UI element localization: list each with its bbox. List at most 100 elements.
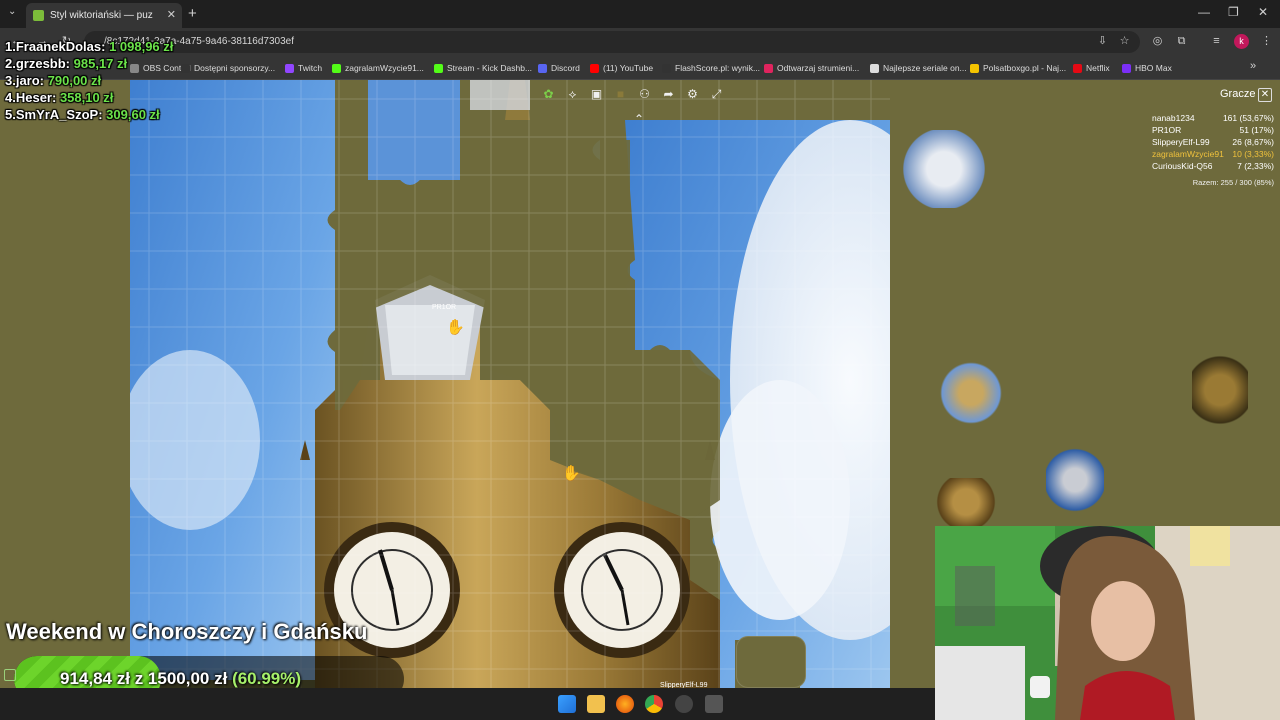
taskbar (0, 688, 935, 720)
screen: ⌄ Styl wiktoriański — puz ✕ + — ❐ ✕ ← → … (0, 0, 1280, 720)
donor-entry: 2.grzesbb: 985,17 zł (5, 55, 173, 72)
donor-amount: 790,00 zł (47, 73, 102, 88)
goal-percent: (60.99%) (232, 669, 302, 688)
player-score: 10 (3,33%) (1232, 149, 1274, 159)
loose-piece[interactable] (938, 358, 1004, 428)
bookmark-label: Stream - Kick Dashb... (447, 63, 533, 73)
menu-icon[interactable]: ⋮ (1260, 35, 1273, 48)
bookmark-item[interactable]: Polsatboxgo.pl - Naj... (970, 61, 1066, 75)
bookmark-item[interactable]: Netflix (1073, 61, 1110, 75)
loose-piece[interactable] (1192, 348, 1248, 432)
extension-icon[interactable]: ◎ (1151, 35, 1164, 48)
donor-amount: 309,60 zł (106, 107, 160, 122)
donor-name: 3.jaro: (5, 73, 45, 88)
puzzle-board[interactable] (130, 80, 890, 688)
bookmark-item[interactable]: (11) YouTube (590, 61, 653, 75)
bookmarks-bar: OBS Control Dostępni sponsorzy... Twitch za… (0, 56, 1280, 80)
minimize-icon[interactable]: — (1198, 5, 1210, 19)
url-field[interactable]: /8c172d41-2a7a-4a75-9a46-38116d7303ef (84, 31, 1140, 53)
bookmark-item[interactable]: HBO Max (1122, 61, 1172, 75)
goal-target: 1500,00 zł (147, 669, 228, 688)
windows-start-icon[interactable] (558, 695, 576, 713)
donor-name: 1.FraanekDolas: (5, 39, 106, 54)
player-name: PR1OR (1152, 125, 1182, 135)
close-window-icon[interactable]: ✕ (1258, 5, 1268, 19)
bookmark-item[interactable]: Stream - Kick Dashb... (434, 61, 532, 75)
tab-title: Styl wiktoriański — puz (50, 10, 153, 21)
bookmark-item[interactable]: zagralamWzycie91... (332, 61, 424, 75)
collapse-toolbar-icon[interactable]: ⌃ (634, 112, 644, 126)
bookmark-item[interactable]: Discord (538, 61, 580, 75)
donor-amount: 1 098,96 zł (109, 39, 174, 54)
loose-piece[interactable] (930, 478, 1002, 526)
bookmark-item[interactable]: Dostępni sponsorzy... (181, 61, 275, 75)
bookmark-item[interactable]: Najlepsze seriale on... (870, 61, 967, 75)
donor-name: 2.grzesbb: (5, 56, 71, 71)
loose-piece[interactable] (736, 636, 806, 688)
close-players-panel-icon[interactable]: ✕ (1258, 88, 1272, 102)
bookmark-favicon-icon (285, 64, 294, 73)
new-tab-icon[interactable]: + (188, 5, 197, 22)
player-row: nanab1234 161 (53,67%) (1152, 113, 1274, 125)
tab-close-icon[interactable]: ✕ (167, 3, 176, 28)
profile-avatar[interactable]: k (1234, 34, 1249, 49)
bookmark-label: Polsatboxgo.pl - Naj... (983, 63, 1067, 73)
players-icon[interactable]: ⚇ (634, 84, 655, 105)
puzzle-icon[interactable]: ✿ (538, 84, 559, 105)
webcam-image (935, 526, 1280, 720)
donor-name: 5.SmYrA_SzoP: (5, 107, 103, 122)
bookmark-star-icon[interactable]: ☆ (1118, 35, 1131, 48)
bookmark-favicon-icon (590, 64, 599, 73)
donor-amount: 358,10 zł (59, 90, 114, 105)
player-score: 161 (53,67%) (1222, 113, 1274, 123)
obs-icon[interactable] (675, 695, 693, 713)
file-explorer-icon[interactable] (587, 695, 605, 713)
donor-leaderboard: 1.FraanekDolas: 1 098,96 zł 2.grzesbb: 98… (5, 38, 173, 123)
bookmark-favicon-icon (538, 64, 547, 73)
background-color-icon[interactable]: ■ (610, 84, 631, 105)
goal-current: 914,84 zł (60, 669, 130, 688)
share-icon[interactable]: ➦ (658, 84, 679, 105)
bookmark-label: Dostępni sponsorzy... (194, 63, 276, 73)
expand-icon[interactable]: ⤢ (706, 84, 727, 105)
bookmark-favicon-icon (1073, 64, 1082, 73)
donor-entry: 5.SmYrA_SzoP: 309,60 zł (5, 106, 173, 123)
donor-entry: 3.jaro: 790,00 zł (5, 72, 173, 89)
image-preview-icon[interactable]: ▣ (586, 84, 607, 105)
player-row: PR1OR 51 (17%) (1152, 125, 1274, 137)
bookmark-item[interactable]: Odtwarzaj strumieni... (764, 61, 859, 75)
app-icon[interactable] (705, 695, 723, 713)
puzzle-image (130, 80, 890, 688)
browser-tab-bar: ⌄ Styl wiktoriański — puz ✕ + — ❐ ✕ (0, 0, 1280, 28)
chrome-icon[interactable] (645, 695, 663, 713)
bookmark-favicon-icon (181, 64, 190, 73)
player-score: 51 (17%) (1239, 125, 1275, 135)
bookmark-item[interactable]: Twitch (285, 61, 322, 75)
puzzle-favicon-icon (33, 10, 44, 21)
browser-tab[interactable]: Styl wiktoriański — puz ✕ (26, 3, 182, 28)
player-name: zagralamWzycie91 (1152, 149, 1224, 159)
media-icon[interactable]: ≡ (1210, 35, 1223, 48)
goal-progress-text: 914,84 zł z 1500,00 zł (60.99%) (60, 669, 301, 689)
puzzle-extension-icon[interactable]: ⧉ (1175, 35, 1188, 48)
bookmark-favicon-icon (662, 64, 671, 73)
maximize-icon[interactable]: ❐ (1228, 5, 1239, 19)
hand-cursor-icon: ✋ (562, 465, 581, 482)
loose-piece[interactable] (902, 130, 986, 208)
goal-title: Weekend w Choroszczy i Gdańsku (6, 619, 368, 644)
install-icon[interactable]: ⇩ (1096, 35, 1109, 48)
bookmark-label: zagralamWzycie91... (345, 63, 424, 73)
player-row: CuriousKid-Q56 7 (2,33%) (1152, 161, 1274, 173)
bookmark-favicon-icon (870, 64, 879, 73)
hand-cursor-icon: ✋ (446, 319, 465, 336)
firefox-icon[interactable] (616, 695, 634, 713)
settings-icon[interactable]: ⚙ (682, 84, 703, 105)
fit-icon[interactable]: ⟡ (562, 84, 583, 105)
bookmark-item[interactable]: FlashScore.pl: wynik... (662, 61, 760, 75)
bookmark-label: FlashScore.pl: wynik... (675, 63, 761, 73)
loose-piece[interactable] (1046, 444, 1104, 516)
player-score: 26 (8,67%) (1232, 137, 1274, 147)
bookmark-label: Discord (551, 63, 580, 73)
more-bookmarks-icon[interactable]: » (1250, 60, 1256, 72)
tab-search-icon[interactable]: ⌄ (8, 6, 16, 17)
